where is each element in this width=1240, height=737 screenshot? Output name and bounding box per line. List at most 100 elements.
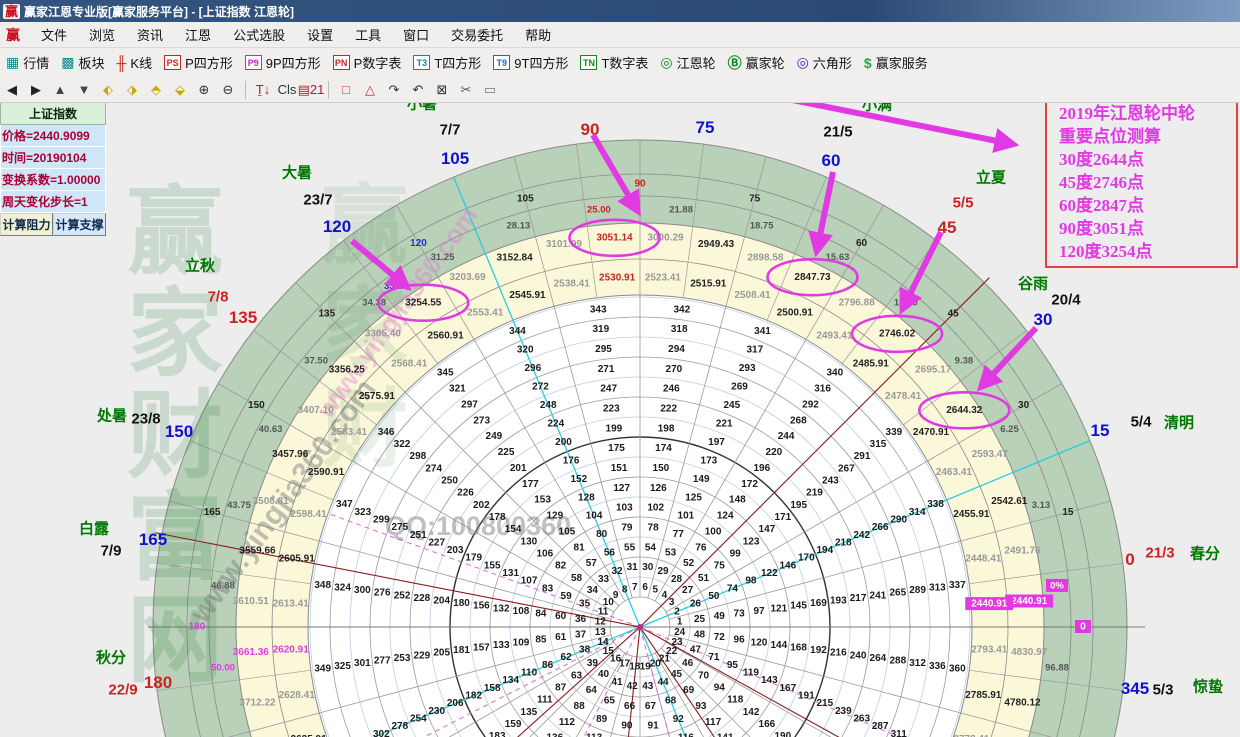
svg-text:278: 278 (391, 721, 408, 732)
menu-item-窗口[interactable]: 窗口 (392, 25, 440, 44)
svg-text:2470.91: 2470.91 (913, 427, 950, 438)
svg-text:15.63: 15.63 (826, 252, 850, 263)
svg-text:2538.41: 2538.41 (554, 278, 591, 289)
pan-left-icon[interactable]: ⬖ (97, 80, 119, 100)
svg-text:136: 136 (546, 733, 563, 737)
svg-text:87: 87 (555, 683, 567, 694)
svg-text:33.33: 33.33 (384, 281, 408, 292)
svg-text:290: 290 (890, 514, 907, 525)
menu-item-设置[interactable]: 设置 (296, 25, 344, 44)
svg-text:27: 27 (682, 585, 694, 596)
up-icon[interactable]: ▲ (49, 80, 71, 100)
toolbar-button-赢家服务[interactable]: $赢家服务 (858, 51, 934, 75)
svg-text:191: 191 (798, 691, 815, 702)
screen-icon[interactable]: ▭ (479, 80, 501, 100)
toolbar-button-9P四方形[interactable]: P99P四方形 (239, 51, 327, 75)
toolbar-icon-T数字表: TN (580, 55, 597, 70)
rotate-cw-icon[interactable]: ↷ (383, 80, 405, 100)
svg-text:109: 109 (513, 637, 530, 648)
square-tool-icon[interactable]: □ (335, 80, 357, 100)
toolbar-button-江恩轮[interactable]: ◎江恩轮 (654, 51, 721, 75)
svg-text:216: 216 (830, 648, 847, 659)
pan-up-icon[interactable]: ⬘ (145, 80, 167, 100)
delete-box-icon[interactable]: ⊠ (431, 80, 453, 100)
forward-icon[interactable]: ▶ (25, 80, 47, 100)
svg-text:65: 65 (604, 696, 616, 707)
menu-item-浏览[interactable]: 浏览 (78, 25, 126, 44)
svg-text:299: 299 (373, 514, 390, 525)
svg-text:244: 244 (778, 431, 795, 442)
svg-text:33: 33 (598, 574, 610, 585)
back-icon[interactable]: ◀ (1, 80, 23, 100)
toolbar-label: 江恩轮 (677, 53, 716, 72)
toolbar-button-赢家轮[interactable]: Ⓑ赢家轮 (722, 51, 791, 75)
menu-item-工具[interactable]: 工具 (344, 25, 392, 44)
calc-resistance-button[interactable]: 计算阻力 (0, 213, 53, 236)
toolbar-button-行情[interactable]: ▦行情 (0, 51, 55, 75)
menu-item-交易委托[interactable]: 交易委托 (440, 25, 514, 44)
conversion-factor: 变换系数=1.00000 (0, 169, 106, 191)
svg-text:98: 98 (745, 576, 757, 587)
svg-text:74: 74 (727, 583, 739, 594)
menu-item-帮助[interactable]: 帮助 (514, 25, 562, 44)
down-icon[interactable]: ▼ (73, 80, 95, 100)
pan-down-icon[interactable]: ⬙ (169, 80, 191, 100)
shrink-icon[interactable]: ✂ (455, 80, 477, 100)
svg-text:95: 95 (727, 660, 739, 671)
menu-item-公式选股[interactable]: 公式选股 (222, 25, 296, 44)
zoom-out-icon[interactable]: ⊖ (217, 80, 239, 100)
svg-text:2493.41: 2493.41 (816, 331, 853, 342)
annotation-line-1: 重要点位测算 (1059, 125, 1236, 148)
svg-text:228: 228 (414, 593, 431, 604)
svg-text:2440.91: 2440.91 (1011, 596, 1048, 607)
svg-text:325: 325 (334, 661, 351, 672)
svg-text:43.75: 43.75 (227, 500, 251, 511)
toolbar-button-板块[interactable]: ▩板块 (55, 51, 110, 75)
zoom-in-icon[interactable]: ⊕ (193, 80, 215, 100)
svg-text:265: 265 (889, 588, 906, 599)
svg-text:141: 141 (717, 733, 734, 737)
toolbar-button-9T四方形[interactable]: T99T四方形 (487, 51, 574, 75)
t-scale-icon[interactable]: Ṯ↓ (252, 80, 274, 100)
calendar-21-icon[interactable]: ▤21 (300, 80, 322, 100)
title-bar[interactable]: 赢 赢家江恩专业版[赢家服务平台] - [上证指数 江恩轮] (0, 0, 1240, 22)
pan-right-icon[interactable]: ⬗ (121, 80, 143, 100)
toolbar-button-K线[interactable]: ╫K线 (111, 51, 159, 75)
svg-text:75: 75 (749, 194, 761, 205)
toolbar-button-P数字表[interactable]: PNP数字表 (327, 51, 408, 75)
svg-text:289: 289 (909, 585, 926, 596)
toolbar-button-T数字表[interactable]: TNT数字表 (574, 51, 654, 75)
toolbar-label: 赢家服务 (876, 53, 928, 72)
toolbar-separator (328, 81, 329, 99)
menu-item-江恩[interactable]: 江恩 (174, 25, 222, 44)
svg-text:226: 226 (457, 488, 474, 499)
toolbar-icon-行情: ▦ (6, 54, 19, 71)
svg-text:311: 311 (891, 729, 908, 737)
triangle-tool-icon[interactable]: △ (359, 80, 381, 100)
svg-text:96.88: 96.88 (1045, 663, 1069, 674)
toolbar-label: P四方形 (185, 53, 233, 72)
svg-text:4830.97: 4830.97 (1011, 647, 1048, 658)
svg-text:41: 41 (611, 677, 623, 688)
cls-icon[interactable]: Cls (276, 80, 298, 100)
svg-text:241: 241 (870, 590, 887, 601)
svg-text:4780.12: 4780.12 (1004, 698, 1041, 709)
svg-text:42: 42 (627, 681, 639, 692)
rotate-ccw-icon[interactable]: ↶ (407, 80, 429, 100)
svg-text:68: 68 (665, 696, 677, 707)
toolbar-button-六角形[interactable]: ◎六角形 (791, 51, 858, 75)
svg-text:49: 49 (714, 611, 726, 622)
menu-item-文件[interactable]: 文件 (30, 25, 78, 44)
svg-text:5: 5 (653, 585, 659, 596)
svg-text:346: 346 (378, 427, 395, 438)
calc-support-button[interactable]: 计算支撑 (53, 213, 106, 236)
svg-text:96: 96 (734, 635, 746, 646)
toolbar-button-P四方形[interactable]: PSP四方形 (158, 51, 239, 75)
toolbar-button-T四方形[interactable]: T3T四方形 (407, 51, 487, 75)
menu-item-资讯[interactable]: 资讯 (126, 25, 174, 44)
svg-text:276: 276 (374, 588, 391, 599)
svg-text:246: 246 (663, 384, 680, 395)
svg-text:106: 106 (536, 549, 553, 560)
svg-text:338: 338 (927, 499, 944, 510)
svg-text:94: 94 (714, 683, 726, 694)
